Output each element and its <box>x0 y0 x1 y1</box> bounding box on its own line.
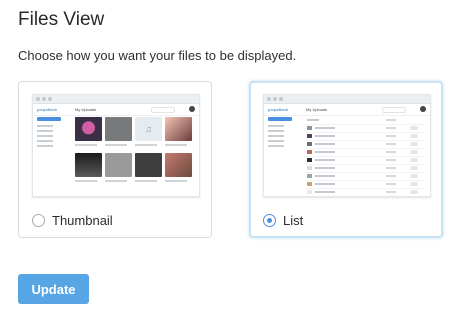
preview-sidebar <box>37 117 65 150</box>
preview-breadcrumb: My Uploads <box>75 107 97 112</box>
page-subtitle: Choose how you want your files to be dis… <box>18 48 297 63</box>
preview-logo: pixpaBank <box>268 107 289 112</box>
thumbnail-label: Thumbnail <box>52 212 113 228</box>
browser-chrome <box>33 95 199 104</box>
preview-sidebar <box>268 117 296 150</box>
list-radio[interactable] <box>263 213 276 227</box>
list-radio-row[interactable]: List <box>263 211 303 229</box>
thumbnail-preview-image: pixpaBank My Uploads ♫ <box>32 94 200 197</box>
preview-avatar <box>420 106 426 112</box>
thumbnail-radio-row[interactable]: Thumbnail <box>32 211 113 229</box>
thumbnail-view-option[interactable]: pixpaBank My Uploads ♫ Thumbnail <box>18 81 212 238</box>
preview-logo: pixpaBank <box>37 107 58 112</box>
page-title: Files View <box>18 9 105 30</box>
list-label: List <box>283 212 304 228</box>
preview-topbar: pixpaBank My Uploads <box>33 104 199 116</box>
preview-file-list <box>306 117 424 196</box>
update-button[interactable]: Update <box>18 274 89 304</box>
list-view-option[interactable]: pixpaBank My Uploads List <box>249 81 443 238</box>
preview-topbar: pixpaBank My Uploads <box>264 104 430 116</box>
preview-search-box <box>151 107 175 113</box>
browser-chrome <box>264 95 430 104</box>
preview-avatar <box>189 106 195 112</box>
preview-search-box <box>382 107 406 113</box>
thumbnail-radio[interactable] <box>32 213 45 227</box>
list-preview-image: pixpaBank My Uploads <box>263 94 431 197</box>
preview-breadcrumb: My Uploads <box>306 107 328 112</box>
